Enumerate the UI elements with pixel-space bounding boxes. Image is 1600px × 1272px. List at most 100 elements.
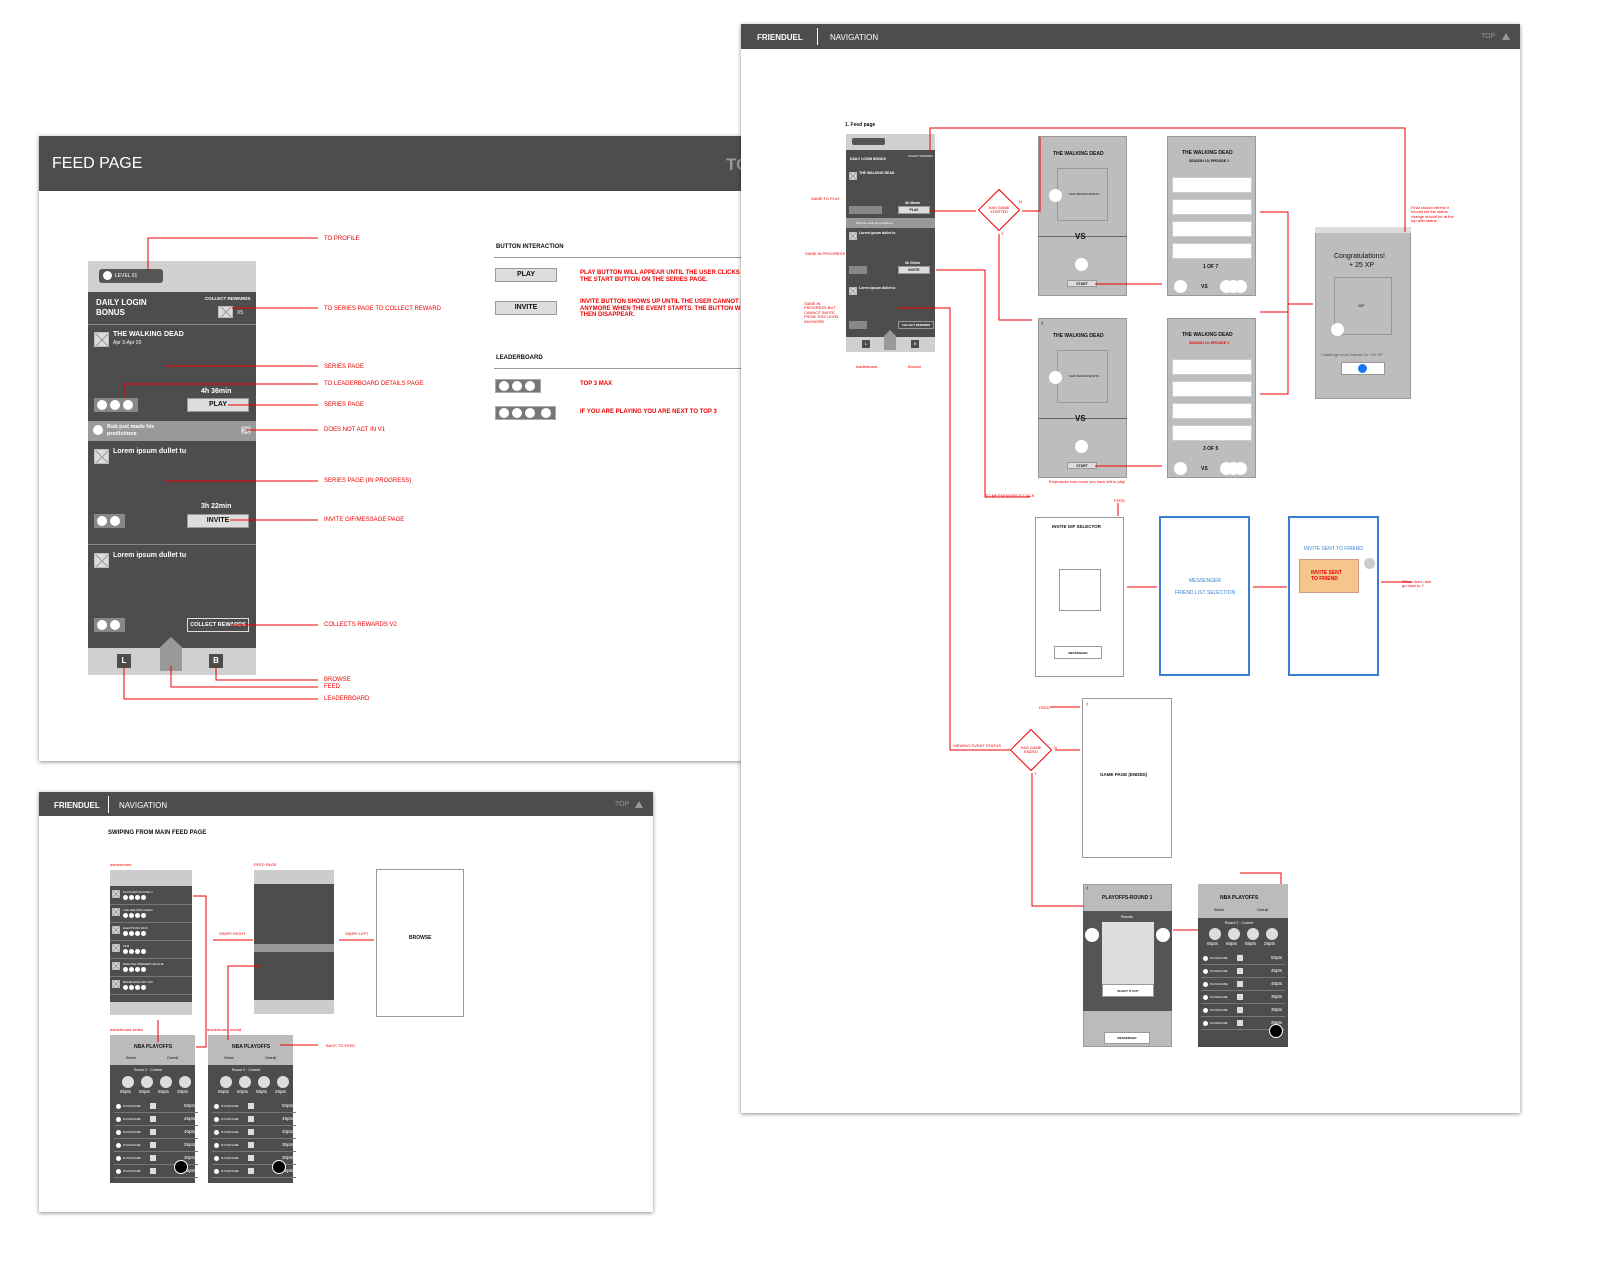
start-button[interactable]: START xyxy=(1067,280,1097,287)
podium-points: 60pts xyxy=(237,1089,249,1094)
friend-dots-2[interactable] xyxy=(849,266,867,274)
info-icon[interactable] xyxy=(272,1160,286,1174)
navigation-panel: FRIENDUEL NAVIGATION TOP 1. Feed page DA… xyxy=(741,24,1520,1113)
tab-overall[interactable]: Overall xyxy=(265,1056,276,1060)
list-item[interactable]: PLAYOFFS ROUND 1 xyxy=(123,890,153,894)
tab-series[interactable]: Series xyxy=(224,1056,234,1060)
divider xyxy=(110,940,192,941)
collect-rewards-label: COLLECT REWARDS xyxy=(908,155,933,158)
friend-dots-3[interactable] xyxy=(849,321,867,329)
player-name: PLAYER NAME xyxy=(123,1118,141,1121)
series-title: THE WALKING DEAD xyxy=(1182,332,1233,338)
top-link[interactable]: TOP xyxy=(1481,33,1495,40)
prediction-field[interactable] xyxy=(1172,177,1252,193)
list-item[interactable]: BILLBOARD HOT 100 xyxy=(123,980,153,984)
player-name: PLAYER NAME xyxy=(221,1118,239,1121)
annotation: TO LEADERBOARD DETAILS PAGE xyxy=(324,381,424,387)
play-button[interactable]: PLAY xyxy=(898,206,930,214)
tab-feed-home-icon[interactable] xyxy=(884,330,896,350)
level-pill[interactable] xyxy=(852,138,885,145)
avatar[interactable] xyxy=(103,271,112,280)
collect-rewards-label[interactable]: COLLECT REWARDS xyxy=(205,296,251,301)
rank-avatar xyxy=(1203,969,1208,974)
collect-rewards-button[interactable]: COLLECT REWARDS xyxy=(187,618,249,632)
player-icon xyxy=(248,1168,254,1174)
podium-avatar xyxy=(220,1076,232,1088)
round-label: Round 2 · Current xyxy=(1225,921,1254,925)
event-thumbnail-2 xyxy=(94,553,109,568)
top-link[interactable]: TOP xyxy=(615,801,629,808)
collect-rewards-button[interactable]: COLLECT REWARDS xyxy=(898,321,934,329)
screen-title: GAME PAGE (ENDED) xyxy=(1100,772,1148,777)
friend-dot xyxy=(135,895,140,900)
invite-button[interactable]: INVITE xyxy=(187,514,249,528)
prediction-field[interactable] xyxy=(1172,403,1252,419)
tab-feed-home-icon[interactable] xyxy=(160,637,182,671)
list-item[interactable]: MLB xyxy=(123,944,129,948)
tab-overall[interactable]: Overall xyxy=(167,1056,178,1060)
tab-series[interactable]: Series xyxy=(126,1056,136,1060)
start-button[interactable]: START xyxy=(1067,462,1097,469)
friend-dots[interactable] xyxy=(849,206,882,214)
annotation: Browse xyxy=(908,364,922,369)
prediction-field[interactable] xyxy=(1172,359,1252,375)
messenger-button[interactable]: MESSENGER xyxy=(1054,646,1102,659)
annotation: INVITE GIF/MESSAGE PAGE xyxy=(324,517,405,523)
shout-button[interactable]: SHOUT IT OUT xyxy=(1102,984,1154,997)
back-chevron-icon[interactable]: ‹ xyxy=(1041,320,1043,327)
back-chevron-icon[interactable]: ‹ xyxy=(1086,885,1088,892)
player-icon xyxy=(150,1168,156,1174)
friend-dot xyxy=(141,895,146,900)
annotation: SWIPE LEFT xyxy=(345,931,369,936)
messenger-button[interactable]: MESSENGER xyxy=(1104,1032,1150,1044)
round-label: Round 2 · Current xyxy=(134,1068,163,1072)
friend-dot xyxy=(123,985,128,990)
list-item[interactable]: ELECTIONS 2016 xyxy=(123,926,148,930)
page-title: FEED PAGE xyxy=(52,155,143,172)
podium-avatar xyxy=(122,1076,134,1088)
tab-series[interactable]: Series xyxy=(1214,908,1224,912)
divider xyxy=(110,922,192,923)
series-title: THE WALKING DEAD xyxy=(1053,151,1104,157)
time-remaining: 4h 36min xyxy=(905,201,921,205)
player-name: SAM PENNINGWORTH xyxy=(1069,192,1100,196)
player-icon xyxy=(1237,1020,1243,1026)
player-name: PLAYER NAME xyxy=(1210,957,1228,960)
prediction-field[interactable] xyxy=(1172,199,1252,215)
player-name: PLAYER NAME xyxy=(221,1144,239,1147)
tab-browse[interactable]: B xyxy=(209,654,223,668)
tab-bar xyxy=(110,1002,192,1015)
prediction-field[interactable] xyxy=(1172,221,1252,237)
annotation: COLLECTS REWARDS V2 xyxy=(324,622,397,628)
activity-text: Rob just made his xyxy=(107,424,155,430)
tab-overall[interactable]: Overall xyxy=(1257,908,1268,912)
divider xyxy=(494,368,759,369)
screen-title: PLAYOFFS-ROUND 1 xyxy=(1102,895,1153,901)
info-icon[interactable] xyxy=(174,1160,188,1174)
play-button-sample[interactable]: PLAY xyxy=(495,268,557,282)
prediction-field[interactable] xyxy=(1172,243,1252,259)
list-item[interactable]: THE WALKING DEAD xyxy=(123,908,153,912)
invite-button[interactable]: INVITE xyxy=(898,266,930,274)
divider xyxy=(494,257,759,258)
list-item[interactable]: ENGLISH PREMIER LEAGUE xyxy=(123,962,164,966)
prediction-field[interactable] xyxy=(1172,425,1252,441)
annotation: TO MESSENGER TO TALK xyxy=(985,493,1035,498)
info-icon[interactable] xyxy=(1269,1024,1283,1038)
gif-thumbnail[interactable] xyxy=(1059,569,1101,611)
invite-button-sample[interactable]: INVITE xyxy=(495,301,557,315)
play-button[interactable]: PLAY xyxy=(187,398,249,412)
prediction-field[interactable] xyxy=(1172,381,1252,397)
annotation: FEED xyxy=(1114,498,1125,503)
back-chevron-icon[interactable]: ‹ xyxy=(1086,701,1088,708)
player-icon xyxy=(248,1129,254,1135)
caret-up-icon[interactable] xyxy=(1502,33,1510,40)
friend-dot xyxy=(141,931,146,936)
nav-title: NAVIGATION xyxy=(830,33,879,42)
list-icon xyxy=(112,980,120,988)
friend-dot xyxy=(141,949,146,954)
tab-leaderboard[interactable]: L xyxy=(117,654,131,668)
tab-leaderboard[interactable]: L xyxy=(862,340,870,348)
tab-browse[interactable]: B xyxy=(911,340,919,348)
caret-up-icon[interactable] xyxy=(635,801,643,808)
